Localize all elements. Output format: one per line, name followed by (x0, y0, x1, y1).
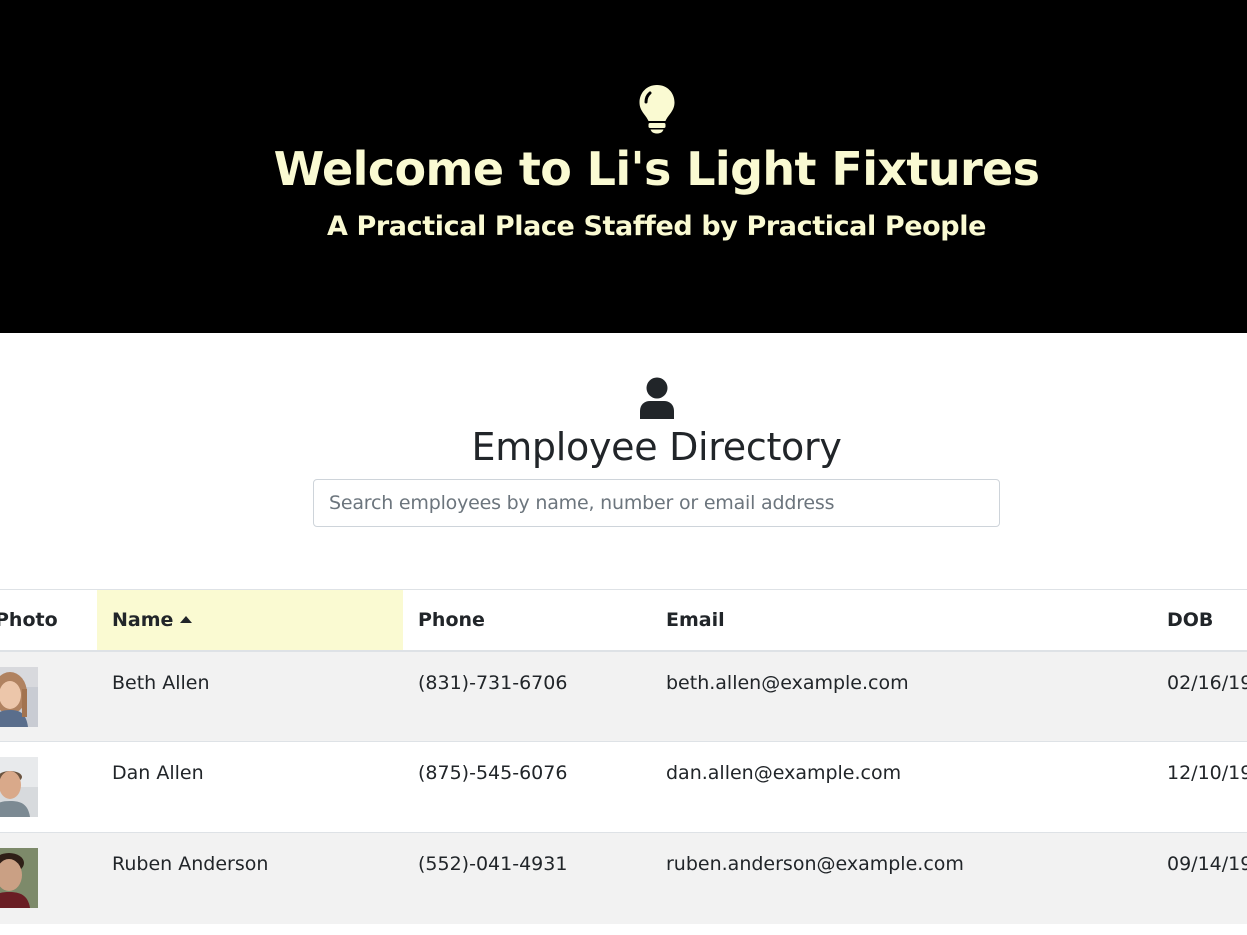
employee-email: beth.allen@example.com (651, 650, 1152, 742)
employee-email: dan.allen@example.com (651, 741, 1152, 833)
employee-phone: (831)-731-6706 (403, 650, 651, 742)
employee-name: Beth Allen (97, 650, 403, 742)
table-row: Ruben Anderson (552)-041-4931 ruben.ande… (0, 832, 1247, 924)
table-row: Dan Allen (875)-545-6076 dan.allen@examp… (0, 741, 1247, 833)
avatar (0, 666, 38, 727)
column-header-phone[interactable]: Phone (403, 589, 651, 652)
directory-title: Employee Directory (471, 425, 842, 469)
search-input[interactable] (313, 479, 1000, 527)
employee-dob: 02/16/19 (1152, 650, 1247, 742)
column-header-name-label: Name (112, 608, 174, 631)
employee-phone: (875)-545-6076 (403, 741, 651, 833)
hero-title: Welcome to Li's Light Fixtures (273, 142, 1040, 196)
employee-dob: 12/10/19 (1152, 741, 1247, 833)
hero-banner: Welcome to Li's Light Fixtures A Practic… (0, 0, 1247, 333)
table-row: Beth Allen (831)-731-6706 beth.allen@exa… (0, 650, 1247, 742)
column-header-dob[interactable]: DOB (1152, 589, 1247, 652)
photo-cell (0, 650, 97, 742)
user-icon (640, 377, 674, 419)
column-header-email[interactable]: Email (651, 589, 1152, 652)
sort-ascending-icon (180, 615, 193, 623)
column-header-photo[interactable]: Photo (0, 589, 97, 652)
employee-name: Dan Allen (97, 741, 403, 833)
employee-name: Ruben Anderson (97, 832, 403, 924)
photo-cell (0, 832, 97, 924)
employee-phone: (552)-041-4931 (403, 832, 651, 924)
avatar (0, 757, 38, 817)
photo-cell (0, 741, 97, 833)
avatar (0, 848, 38, 908)
employee-dob: 09/14/19 (1152, 832, 1247, 924)
employee-table: Photo Name Phone Email DOB Beth Allen (8… (0, 589, 1247, 935)
lightbulb-icon (639, 85, 675, 134)
employee-email: ruben.anderson@example.com (651, 832, 1152, 924)
column-header-name[interactable]: Name (97, 589, 403, 652)
hero-subtitle: A Practical Place Staffed by Practical P… (327, 211, 986, 242)
table-header-row: Photo Name Phone Email DOB (0, 589, 1247, 652)
